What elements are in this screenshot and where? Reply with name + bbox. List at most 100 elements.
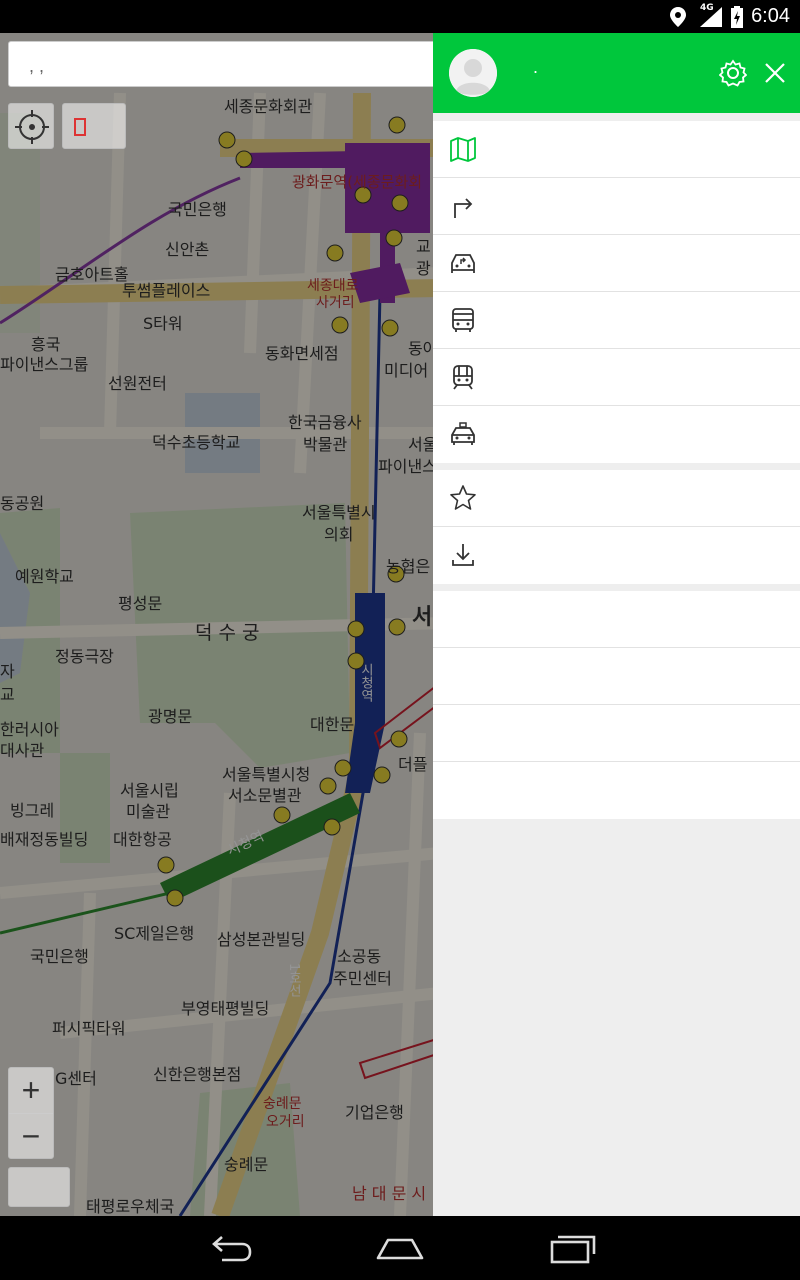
map-label: 시청역 [358, 663, 373, 702]
map-icon [450, 137, 476, 162]
map-label: 평성문 [118, 594, 163, 613]
map-label: 대사관 [0, 741, 45, 760]
map-label: 숭례문 [263, 1096, 302, 1112]
map-label: 덕 수 궁 [195, 622, 260, 644]
map-label: 세종문화회관 [224, 97, 313, 116]
map-label: 대한문 [310, 715, 355, 734]
map-label: 빙그레 [10, 801, 55, 820]
map-label: 미디어 [384, 361, 429, 380]
layer-icon [74, 118, 86, 136]
map-label: 신안촌 [165, 240, 210, 259]
back-icon[interactable] [202, 1230, 258, 1266]
car-navigation-icon [451, 254, 475, 273]
map-label: 국민은행 [30, 947, 89, 966]
map-label: 대한항공 [113, 830, 172, 849]
map-label: 농협은 [386, 557, 431, 576]
map-label: 덕수초등학교 [152, 433, 241, 452]
map-label: 자 [0, 662, 15, 681]
map-label: 주민센터 [333, 969, 392, 988]
zoom-control: + − [8, 1067, 54, 1159]
map-label: 동공원 [0, 494, 45, 513]
map-label: 남 대 문 시 [352, 1184, 427, 1203]
map-label: 교 [0, 685, 15, 704]
map-label: 배재정동빌딩 [0, 830, 89, 849]
side-drawer: . [433, 33, 800, 1216]
map-label: 태평로우체국 [86, 1197, 175, 1216]
clock: 6:04 [751, 5, 790, 27]
recent-apps-icon[interactable] [544, 1230, 600, 1266]
menu-item-favorites[interactable] [433, 470, 800, 527]
map-label: 기업은행 [345, 1103, 404, 1122]
map-label: 광화문역(세종문화회 [292, 173, 423, 191]
menu-main [433, 121, 800, 463]
map-label: 서울특별시 [302, 503, 376, 522]
zoom-in-button[interactable]: + [9, 1068, 53, 1114]
menu-item-taxi[interactable] [433, 406, 800, 463]
map-label: 퍼시픽타워 [52, 1019, 126, 1038]
map-label: 동화면세점 [265, 344, 339, 363]
search-input[interactable]: , , [8, 41, 448, 87]
map-label: SC제일은행 [114, 924, 195, 943]
menu-item-bus[interactable] [433, 292, 800, 349]
star-icon [450, 485, 476, 510]
map-label: 금호아트홀 [55, 265, 129, 284]
map-label: 숭례문 [224, 1155, 269, 1174]
map-label: 서소문별관 [228, 786, 302, 805]
map-label: 더플 [398, 755, 428, 774]
map-label: 광 [416, 259, 431, 278]
map-label: 부영태평빌딩 [181, 999, 270, 1018]
zoom-out-button[interactable]: − [9, 1114, 53, 1160]
map-label: 박물관 [303, 435, 348, 454]
map-scale [8, 1167, 70, 1207]
battery-icon [731, 6, 743, 28]
map-label: 교 [416, 237, 431, 256]
close-icon[interactable] [761, 59, 789, 87]
avatar[interactable] [449, 49, 497, 97]
map-label: 신한은행본점 [153, 1065, 242, 1084]
gear-icon[interactable] [719, 59, 747, 87]
menu-item[interactable] [433, 648, 800, 705]
map-label: 예원학교 [15, 567, 74, 586]
layer-button[interactable] [62, 103, 126, 149]
menu-item-download[interactable] [433, 527, 800, 584]
map-label: 국민은행 [168, 200, 227, 219]
map-label: 서 [412, 605, 433, 630]
menu-item[interactable] [433, 705, 800, 762]
system-nav-bar [0, 1216, 800, 1280]
user-icon [449, 49, 497, 97]
map-label: 광명문 [148, 707, 193, 726]
menu-item-subway[interactable] [433, 349, 800, 406]
map-label: 파이낸스 [378, 457, 437, 476]
crosshair-icon [15, 110, 49, 144]
map-label: 1호선 [286, 963, 301, 998]
map-label: 선원전터 [108, 374, 167, 393]
menu-item[interactable] [433, 591, 800, 648]
map-label: 정동극장 [55, 647, 114, 666]
map-label: 파이낸스그룹 [0, 355, 89, 374]
network-type: 4G [700, 3, 714, 13]
menu-item[interactable] [433, 762, 800, 819]
bus-icon [452, 308, 474, 332]
home-icon[interactable] [372, 1230, 428, 1266]
map-label: 오거리 [266, 1114, 305, 1130]
user-name[interactable]: . [533, 57, 538, 78]
map-label: 사거리 [316, 295, 355, 311]
map-label: 투썸플레이스 [122, 281, 211, 300]
directions-icon [454, 198, 473, 218]
taxi-icon [451, 422, 475, 445]
status-bar: 4G 6:04 [0, 0, 800, 33]
menu-item-directions[interactable] [433, 178, 800, 235]
menu-item-map[interactable] [433, 121, 800, 178]
map-label: 삼성본관빌딩 [217, 930, 306, 949]
current-location-button[interactable] [8, 103, 54, 149]
menu-item-car-navigation[interactable] [433, 235, 800, 292]
menu-secondary [433, 470, 800, 584]
location-icon [670, 7, 686, 27]
subway-icon [453, 365, 473, 390]
download-icon [452, 544, 474, 566]
map-label: 미술관 [126, 802, 171, 821]
map-label: G센터 [55, 1069, 97, 1088]
map-label: 소공동 [337, 947, 382, 966]
map-label: 한국금융사 [288, 413, 362, 432]
map-label: S타워 [143, 314, 183, 333]
